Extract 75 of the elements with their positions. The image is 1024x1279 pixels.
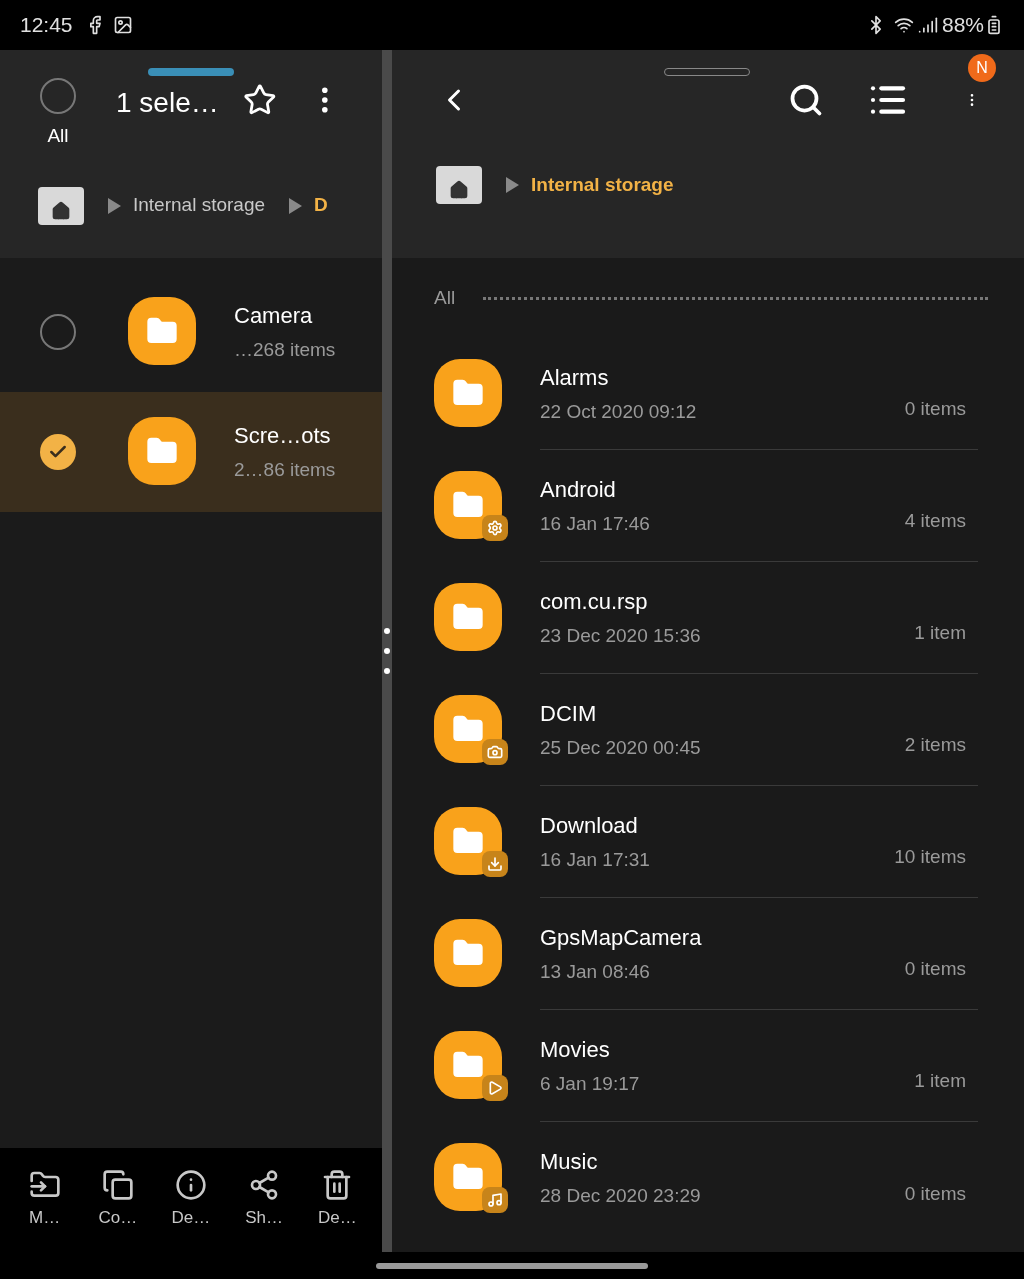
chevron-icon (289, 197, 303, 214)
copy-icon (101, 1169, 134, 1202)
item-count: 2 items (904, 732, 966, 757)
select-all-checkbox[interactable] (40, 78, 76, 114)
download-icon (482, 851, 508, 877)
folder-icon (434, 1143, 502, 1211)
modified-date: 22 Oct 2020 09:12 (540, 399, 698, 424)
home-folder-icon[interactable] (38, 186, 84, 225)
folder-icon (434, 807, 502, 875)
folder-icon (434, 695, 502, 763)
notification-badge: N (968, 54, 996, 82)
folder-name[interactable]: DCIM (540, 696, 905, 730)
signal-icon (917, 15, 938, 35)
item-count: 2…86 items (234, 458, 336, 483)
toolbar-button[interactable]: Sh… (233, 1169, 296, 1231)
gear-icon (482, 515, 508, 541)
item-count: 0 items (904, 1181, 966, 1206)
folder-icon (128, 297, 196, 365)
folder-name[interactable]: Movies (540, 1032, 915, 1066)
select-all-label: All (47, 124, 69, 148)
camera-icon (482, 739, 508, 765)
folder-row[interactable]: Scre…ots 2…86 items (0, 392, 382, 512)
modified-date: 25 Dec 2020 00:45 (540, 735, 702, 760)
drag-handle[interactable] (148, 68, 234, 76)
toolbar-button[interactable]: Co… (86, 1169, 149, 1231)
item-count: 1 item (914, 620, 966, 645)
home-indicator[interactable] (376, 1262, 648, 1269)
modified-date: 13 Jan 08:46 (540, 959, 651, 984)
toolbar-button[interactable]: M… (13, 1169, 76, 1231)
folder-icon (434, 471, 502, 539)
folder-name[interactable]: GpsMapCamera (540, 920, 905, 954)
image-icon (112, 15, 133, 35)
chevron-icon (506, 177, 519, 193)
breadcrumb-item[interactable]: Internal storage (133, 191, 266, 220)
chevron-icon (108, 197, 121, 214)
battery-percent: 88% (941, 12, 984, 39)
folder-name[interactable]: Music (540, 1145, 905, 1179)
item-count: 0 items (904, 396, 966, 421)
item-count: 1 item (914, 1068, 966, 1093)
breadcrumb-item[interactable]: Internal storage (531, 170, 674, 200)
modified-date: 16 Jan 17:46 (540, 511, 651, 536)
modified-date: 16 Jan 17:31 (540, 847, 651, 872)
modified-date: 28 Dec 2020 23:29 (540, 1184, 702, 1209)
folder-name: Scre…ots (234, 422, 332, 451)
clock: 12:45 (20, 12, 73, 39)
selection-title: 1 sele… (116, 86, 219, 120)
home-folder-icon[interactable] (436, 166, 482, 204)
folder-icon (434, 583, 502, 651)
checkbox[interactable] (40, 314, 76, 350)
section-label: All (434, 285, 456, 310)
play-icon (482, 1075, 508, 1101)
modified-date: 6 Jan 19:17 (540, 1071, 641, 1096)
folder-name[interactable]: Android (540, 472, 905, 506)
checked-checkbox[interactable] (40, 434, 76, 470)
folder-icon (128, 417, 196, 485)
folder-name: Camera (234, 302, 314, 331)
folder-name[interactable]: Alarms (540, 360, 905, 394)
search-icon[interactable] (788, 82, 824, 118)
info-icon (174, 1169, 207, 1202)
item-count: 4 items (904, 508, 966, 533)
folder-icon (434, 1031, 502, 1099)
folder-row[interactable]: Camera …268 items (0, 272, 382, 392)
folder-name[interactable]: Download (540, 808, 895, 842)
wifi-icon (893, 15, 914, 35)
toolbar-button[interactable]: De… (159, 1169, 222, 1231)
toolbar-button[interactable]: De… (306, 1169, 369, 1231)
item-count: 10 items (894, 844, 966, 869)
music-note-icon (482, 1187, 508, 1213)
folder-icon (434, 359, 502, 427)
folder-icon (434, 919, 502, 987)
modified-date: 23 Dec 2020 15:36 (540, 623, 702, 648)
item-count: …268 items (234, 338, 336, 363)
breadcrumb-item[interactable]: D (314, 191, 328, 220)
item-count: 0 items (904, 956, 966, 981)
folder-name[interactable]: com.cu.rsp (540, 584, 915, 618)
